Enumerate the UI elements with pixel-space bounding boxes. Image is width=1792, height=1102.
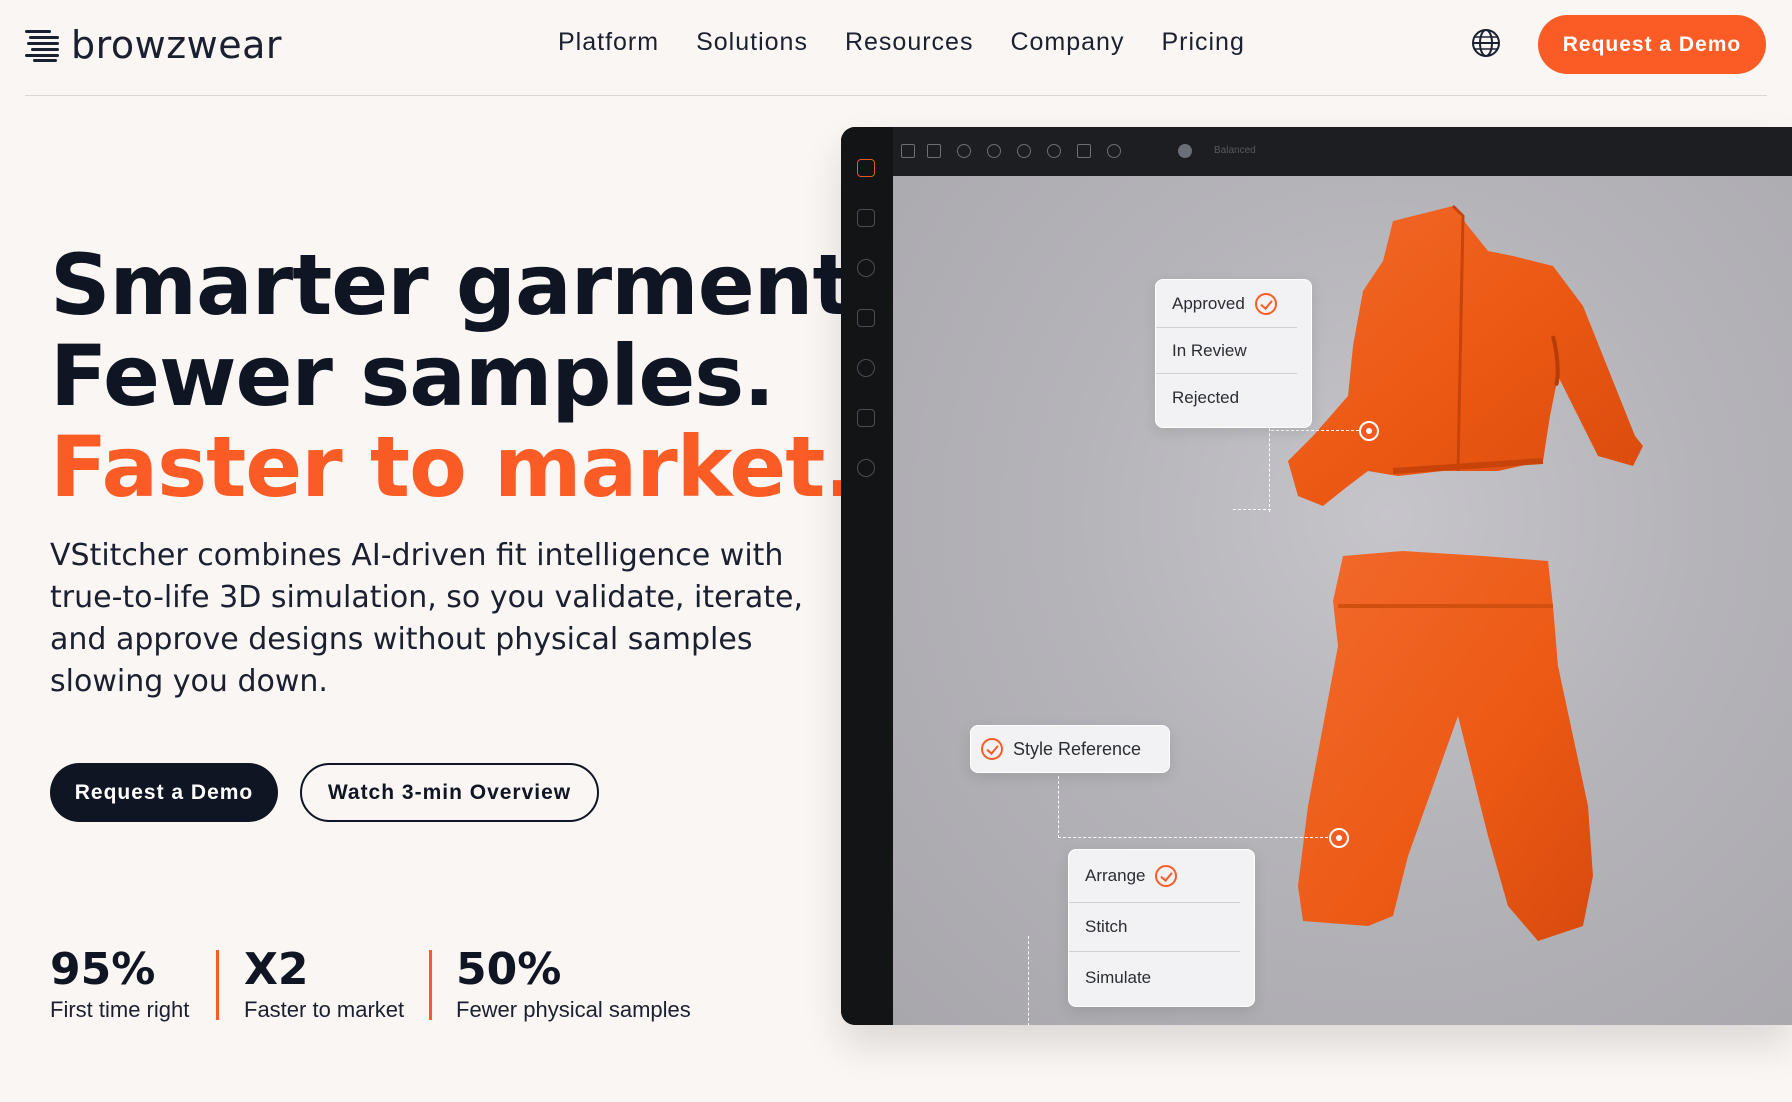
hero-lead-text: VStitcher combines AI-driven fit intelli… <box>50 538 804 699</box>
cropped-jacket-image <box>1288 204 1643 506</box>
stat-faster-to-market: X2 Faster to market <box>244 945 404 1023</box>
render-quality-icon[interactable] <box>1178 144 1192 158</box>
check-circle-icon <box>981 738 1003 760</box>
app-sidebar <box>841 127 893 1025</box>
camera-icon[interactable] <box>857 259 875 277</box>
puzzle-icon[interactable] <box>1047 144 1061 158</box>
zoom-icon[interactable] <box>987 144 1001 158</box>
status-label: Rejected <box>1172 388 1240 407</box>
nav-divider <box>25 95 1767 96</box>
check-circle-icon <box>1254 292 1277 315</box>
connector-line <box>1028 936 1029 1025</box>
stat-value: 95% <box>50 944 156 995</box>
check-circle-icon <box>1155 865 1178 887</box>
stat-divider <box>216 950 219 1020</box>
step-label: Simulate <box>1085 968 1152 987</box>
render-mode-select[interactable]: Balanced <box>1214 145 1256 156</box>
step-label: Stitch <box>1085 917 1128 936</box>
connector-line <box>1058 776 1059 838</box>
nav-item-company[interactable]: Company <box>1010 28 1124 57</box>
stat-label: First time right <box>50 997 190 1022</box>
globe-icon[interactable] <box>1470 27 1502 59</box>
layers-icon[interactable] <box>857 159 875 177</box>
hotspot-pin[interactable] <box>1359 421 1379 441</box>
nav-item-solutions[interactable]: Solutions <box>696 28 808 57</box>
nav-item-resources[interactable]: Resources <box>845 28 974 57</box>
pattern-icon[interactable] <box>857 209 875 227</box>
status-rejected[interactable]: Rejected <box>1156 374 1311 422</box>
headline-line-2: Fewer samples. <box>50 327 775 425</box>
nav-item-platform[interactable]: Platform <box>558 28 659 57</box>
cloud-upload-icon[interactable] <box>857 459 875 477</box>
nav-item-pricing[interactable]: Pricing <box>1161 28 1244 57</box>
stat-label: Faster to market <box>244 997 405 1022</box>
stat-label: Fewer physical samples <box>456 997 691 1022</box>
request-demo-nav-button[interactable]: Request a Demo <box>1538 15 1766 74</box>
frame-icon[interactable] <box>1077 144 1091 158</box>
bike-shorts-image <box>1298 551 1593 941</box>
status-approved[interactable]: Approved <box>1156 280 1297 328</box>
app-toolbar: Balanced <box>893 127 1792 176</box>
logo-text: browzwear <box>71 23 283 67</box>
stat-first-time-right: 95% First time right <box>50 945 189 1023</box>
chevron-left-icon[interactable] <box>901 144 915 158</box>
material-icon[interactable] <box>857 359 875 377</box>
connector-line <box>1233 509 1271 510</box>
hotspot-pin[interactable] <box>1329 828 1349 848</box>
lightbulb-icon[interactable] <box>1107 144 1121 158</box>
browzwear-logo[interactable]: browzwear <box>25 26 282 64</box>
book-icon[interactable] <box>857 409 875 427</box>
connector-line <box>1058 837 1328 838</box>
grid-icon[interactable] <box>927 144 941 158</box>
status-in-review[interactable]: In Review <box>1156 328 1297 374</box>
headline-line-1: Smarter garments. <box>50 236 933 334</box>
workflow-steps-card: Arrange Stitch Simulate <box>1068 849 1255 1007</box>
connector-line <box>1271 430 1359 431</box>
style-reference-tag[interactable]: Style Reference <box>970 725 1170 773</box>
stat-value: 50% <box>456 944 562 995</box>
stat-fewer-samples: 50% Fewer physical samples <box>456 945 691 1023</box>
step-arrange[interactable]: Arrange <box>1069 850 1240 903</box>
status-label: Approved <box>1172 293 1245 313</box>
main-menu: Platform Solutions Resources Company Pri… <box>558 28 1245 57</box>
stat-value: X2 <box>244 944 309 995</box>
step-simulate[interactable]: Simulate <box>1069 952 1254 1004</box>
watch-overview-button[interactable]: Watch 3-min Overview <box>300 763 599 822</box>
status-label: In Review <box>1172 340 1247 360</box>
step-stitch[interactable]: Stitch <box>1069 903 1240 952</box>
cube-icon[interactable] <box>857 309 875 327</box>
headline-accent: Faster to market. <box>50 418 856 516</box>
style-reference-label: Style Reference <box>1013 738 1142 759</box>
approval-status-card: Approved In Review Rejected <box>1155 279 1312 428</box>
vstitcher-app-preview: Balanced <box>841 127 1792 1025</box>
step-label: Arrange <box>1085 866 1146 885</box>
3d-viewport[interactable] <box>893 176 1792 1025</box>
top-nav: browzwear Platform Solutions Resources C… <box>0 0 1792 96</box>
stat-divider <box>429 950 432 1020</box>
move-icon[interactable] <box>957 144 971 158</box>
gauge-icon[interactable] <box>1017 144 1031 158</box>
request-demo-button[interactable]: Request a Demo <box>50 763 278 822</box>
logo-mark-icon <box>25 28 61 62</box>
hero-headline: Smarter garments. Fewer samples. Faster … <box>50 236 933 516</box>
